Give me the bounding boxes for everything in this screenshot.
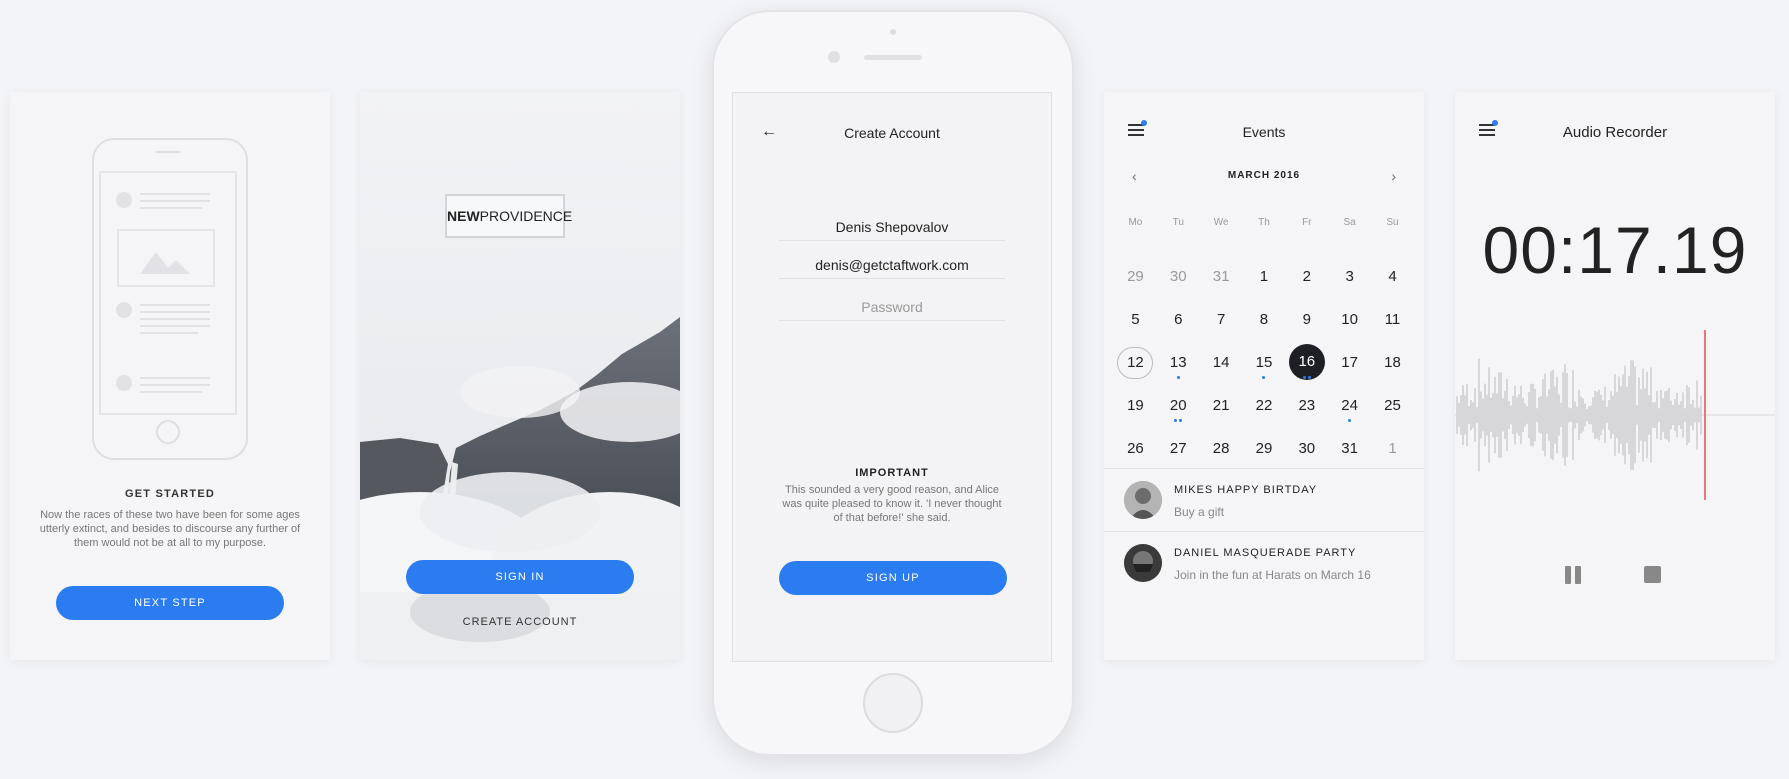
calendar-day[interactable]: 27 xyxy=(1157,427,1200,470)
calendar-day[interactable]: 4 xyxy=(1371,255,1414,298)
event-indicator xyxy=(1328,416,1371,422)
calendar-day[interactable]: 16 xyxy=(1285,341,1328,384)
calendar-grid: Mo Tu We Th Fr Sa Su 29 30 31 1 2 3 4 5 6 7 8 9 10 11 12 13 14 1… xyxy=(1114,212,1414,470)
calendar-day[interactable]: 30 xyxy=(1157,255,1200,298)
calendar-day[interactable]: 28 xyxy=(1200,427,1243,470)
calendar-week: 12 13 14 15 16 17 18 xyxy=(1114,341,1414,384)
audio-recorder-screen: Audio Recorder 00:17.19 xyxy=(1455,92,1775,660)
next-month-icon[interactable]: › xyxy=(1391,168,1396,184)
name-field[interactable]: Denis Shepovalov xyxy=(779,219,1005,241)
event-title: MIKES HAPPY BIRTDAY xyxy=(1174,484,1318,496)
calendar-day[interactable]: 2 xyxy=(1285,255,1328,298)
waveform xyxy=(1455,330,1775,500)
weekday-label: Fr xyxy=(1302,217,1312,228)
calendar-day[interactable]: 30 xyxy=(1285,427,1328,470)
phone-wireframe-illustration xyxy=(92,138,248,460)
calendar-day[interactable]: 12 xyxy=(1114,341,1157,384)
avatar xyxy=(1124,481,1162,519)
weekday-label: Tu xyxy=(1172,217,1184,228)
event-title: DANIEL MASQUERADE PARTY xyxy=(1174,547,1357,559)
calendar-day[interactable]: 1 xyxy=(1243,255,1286,298)
calendar-week: 29 30 31 1 2 3 4 xyxy=(1114,255,1414,298)
calendar-day[interactable]: 26 xyxy=(1114,427,1157,470)
onboarding-title: GET STARTED xyxy=(125,488,215,500)
onboarding-screen: GET STARTED Now the races of these two h… xyxy=(10,92,330,660)
calendar-day[interactable]: 10 xyxy=(1328,298,1371,341)
avatar xyxy=(1124,544,1162,582)
calendar-day[interactable]: 31 xyxy=(1200,255,1243,298)
calendar-day[interactable]: 11 xyxy=(1371,298,1414,341)
weekday-label: We xyxy=(1213,217,1229,228)
notice-title: IMPORTANT xyxy=(855,467,929,479)
calendar-day[interactable]: 15 xyxy=(1243,341,1286,384)
calendar-day[interactable]: 19 xyxy=(1114,384,1157,427)
weekday-label: Sa xyxy=(1343,217,1356,228)
events-screen: Events ‹ MARCH 2016 › Mo Tu We Th Fr Sa Su 29 30… xyxy=(1104,92,1424,660)
stop-icon[interactable] xyxy=(1644,566,1661,583)
phone-mockup: ← Create Account Denis Shepovalov denis@… xyxy=(712,10,1074,756)
weekday-header: Mo Tu We Th Fr Sa Su xyxy=(1114,212,1414,255)
earpiece-speaker xyxy=(864,55,922,60)
calendar-day[interactable]: 13 xyxy=(1157,341,1200,384)
calendar-day[interactable]: 6 xyxy=(1157,298,1200,341)
calendar-day[interactable]: 17 xyxy=(1328,341,1371,384)
calendar-day[interactable]: 21 xyxy=(1200,384,1243,427)
calendar-day[interactable]: 25 xyxy=(1371,384,1414,427)
logo-bold-text: NEW xyxy=(447,208,480,224)
calendar-day[interactable]: 8 xyxy=(1243,298,1286,341)
event-indicator xyxy=(1157,416,1200,422)
email-field[interactable]: denis@getctaftwork.com xyxy=(779,257,1005,279)
calendar-day[interactable]: 5 xyxy=(1114,298,1157,341)
event-indicator xyxy=(1157,373,1200,379)
sign-up-button[interactable]: SIGN UP xyxy=(779,561,1007,595)
calendar-day[interactable]: 18 xyxy=(1371,341,1414,384)
event-indicator xyxy=(1243,373,1286,379)
calendar-day[interactable]: 14 xyxy=(1200,341,1243,384)
event-subtitle: Buy a gift xyxy=(1174,505,1225,519)
event-item[interactable]: DANIEL MASQUERADE PARTY Join in the fun … xyxy=(1104,531,1424,592)
calendar-day[interactable]: 23 xyxy=(1285,384,1328,427)
recording-timer: 00:17.19 xyxy=(1482,213,1748,287)
pause-icon[interactable] xyxy=(1565,566,1583,584)
calendar-week: 26 27 28 29 30 31 1 xyxy=(1114,427,1414,470)
calendar-day[interactable]: 24 xyxy=(1328,384,1371,427)
weekday-label: Th xyxy=(1258,217,1270,228)
welcome-screen: NEWPROVIDENCE SIGN IN CREATE ACCOUNT xyxy=(360,92,680,660)
calendar-day[interactable]: 29 xyxy=(1243,427,1286,470)
calendar-day[interactable]: 3 xyxy=(1328,255,1371,298)
calendar-week: 19 20 21 22 23 24 25 xyxy=(1114,384,1414,427)
create-account-link[interactable]: CREATE ACCOUNT xyxy=(360,616,680,628)
screen-title: Audio Recorder xyxy=(1562,124,1668,141)
notice-body: This sounded a very good reason, and Ali… xyxy=(782,484,1002,524)
event-indicator xyxy=(1285,373,1328,379)
screen-title: Events xyxy=(1242,124,1286,140)
password-field[interactable]: Password xyxy=(779,299,1005,321)
month-label: MARCH 2016 xyxy=(1227,170,1301,181)
calendar-day[interactable]: 31 xyxy=(1328,427,1371,470)
home-button[interactable] xyxy=(863,673,923,733)
brand-logo: NEWPROVIDENCE xyxy=(445,194,572,238)
front-camera xyxy=(828,51,840,63)
calendar-day[interactable]: 7 xyxy=(1200,298,1243,341)
event-subtitle: Join in the fun at Harats on March 16 xyxy=(1174,568,1371,582)
calendar-week: 5 6 7 8 9 10 11 xyxy=(1114,298,1414,341)
onboarding-body: Now the races of these two have been for… xyxy=(39,509,301,549)
event-item[interactable]: MIKES HAPPY BIRTDAY Buy a gift xyxy=(1104,468,1424,529)
calendar-day[interactable]: 9 xyxy=(1285,298,1328,341)
weekday-label: Su xyxy=(1386,217,1399,228)
calendar-day[interactable]: 29 xyxy=(1114,255,1157,298)
calendar-day[interactable]: 1 xyxy=(1371,427,1414,470)
proximity-sensor xyxy=(890,29,896,35)
weekday-label: Mo xyxy=(1128,217,1143,228)
sign-in-button[interactable]: SIGN IN xyxy=(406,560,634,594)
calendar-day[interactable]: 22 xyxy=(1243,384,1286,427)
next-step-button[interactable]: NEXT STEP xyxy=(56,586,284,620)
screen-title: Create Account xyxy=(844,125,940,141)
calendar-day[interactable]: 20 xyxy=(1157,384,1200,427)
create-account-screen: ← Create Account Denis Shepovalov denis@… xyxy=(732,92,1052,662)
logo-light-text: PROVIDENCE xyxy=(479,208,573,224)
